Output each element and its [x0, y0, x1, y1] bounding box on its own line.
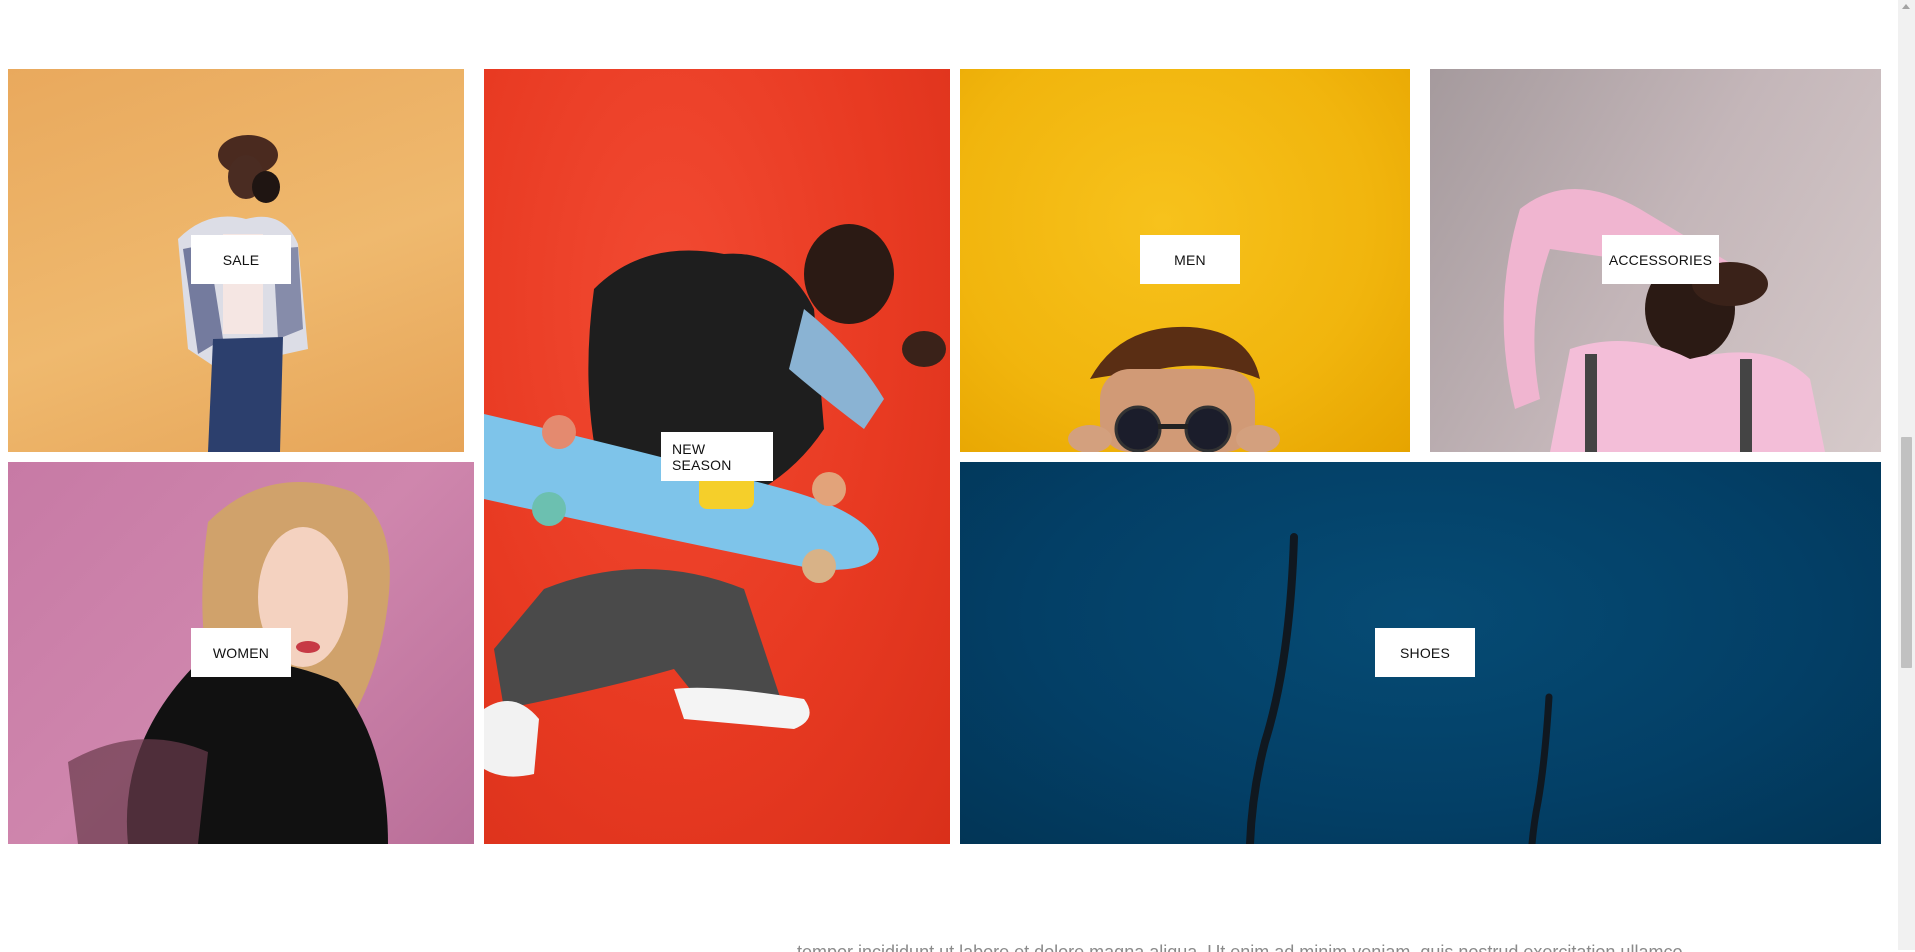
scroll-up-arrow-icon[interactable] [1902, 4, 1910, 9]
category-tile-shoes[interactable]: SHOES [960, 462, 1881, 844]
new-season-button[interactable]: NEW SEASON [661, 432, 773, 481]
category-tile-new-season[interactable]: NEW SEASON [484, 69, 950, 844]
accessories-button[interactable]: ACCESSORIES [1602, 235, 1719, 284]
sale-button[interactable]: SALE [191, 235, 291, 284]
category-tile-sale[interactable]: SALE [8, 69, 464, 452]
category-tile-accessories[interactable]: ACCESSORIES [1430, 69, 1881, 452]
men-button[interactable]: MEN [1140, 235, 1240, 284]
category-tile-women[interactable]: WOMEN [8, 462, 474, 844]
women-button[interactable]: WOMEN [191, 628, 291, 677]
shoes-button[interactable]: SHOES [1375, 628, 1475, 677]
page-scrollbar[interactable] [1898, 0, 1915, 950]
category-tile-men[interactable]: MEN [960, 69, 1410, 452]
scrollbar-thumb[interactable] [1901, 437, 1912, 668]
